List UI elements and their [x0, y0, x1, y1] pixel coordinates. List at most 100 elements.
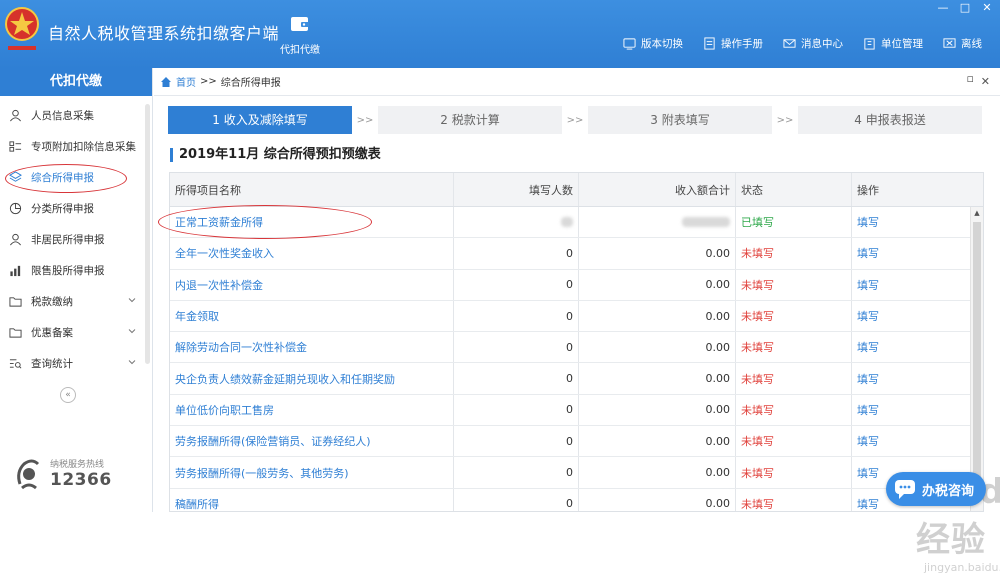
scroll-up-icon[interactable]: ▲	[971, 207, 983, 220]
status-badge: 未填写	[736, 426, 852, 457]
maximize-button[interactable]: □	[958, 1, 972, 14]
restore-tab-button[interactable]: ▫	[967, 72, 974, 85]
table-row: 央企负责人绩效薪金延期兑现收入和任期奖励 0 0.00 未填写 填写	[170, 363, 983, 395]
list-icon	[9, 141, 22, 152]
sidebar-title: 代扣代缴	[0, 68, 152, 96]
income-item-link[interactable]: 全年一次性奖金收入	[170, 238, 454, 269]
status-badge: 未填写	[736, 394, 852, 426]
sidebar-item-preferential-filing[interactable]: 优惠备案	[0, 317, 152, 348]
main-content: 首页 >> 综合所得申报 ▫ ✕ 1 收入及减除填写 >> 2 税款计算 >> …	[154, 68, 1000, 574]
title-bar: 自然人税收管理系统扣缴客户端 代扣代缴 — □ ✕ 版本切换 操作手册 消息中心…	[0, 0, 1000, 68]
sidebar-item-tax-payment[interactable]: 税款缴纳	[0, 286, 152, 317]
minimize-button[interactable]: —	[936, 1, 950, 14]
income-item-link[interactable]: 正常工资薪金所得	[170, 207, 454, 238]
manual-icon	[704, 37, 715, 50]
income-item-link[interactable]: 央企负责人绩效薪金延期兑现收入和任期奖励	[170, 363, 454, 394]
chevron-down-icon	[128, 360, 136, 365]
sidebar-item-person-info[interactable]: 人员信息采集	[0, 100, 152, 131]
hotline: 纳税服务热线 12366	[14, 454, 112, 492]
close-tab-button[interactable]: ✕	[981, 75, 990, 88]
scrollbar-thumb[interactable]	[973, 222, 981, 482]
sidebar-item-restricted-stock[interactable]: 限售股所得申报	[0, 255, 152, 286]
income-cell: 0.00	[579, 332, 736, 363]
pie-icon	[9, 202, 22, 215]
income-item-link[interactable]: 年金领取	[170, 300, 454, 332]
income-cell: 0.00	[579, 300, 736, 332]
bar-chart-icon	[10, 265, 21, 277]
chat-bubble-icon	[894, 480, 915, 499]
table-row: 劳务报酬所得(保险营销员、证券经纪人) 0 0.00 未填写 填写	[170, 426, 983, 458]
step-arrow: >>	[566, 114, 584, 126]
count-cell: 0	[454, 363, 579, 394]
col-count: 填写人数	[454, 173, 579, 206]
app-title: 自然人税收管理系统扣缴客户端	[48, 24, 280, 43]
message-center-link[interactable]: 消息中心	[783, 36, 843, 51]
breadcrumb-current: 综合所得申报	[220, 78, 281, 89]
chevron-down-icon	[128, 298, 136, 303]
status-badge: 未填写	[736, 488, 852, 511]
table-scrollbar[interactable]: ▲	[970, 207, 983, 511]
redacted-value	[682, 217, 730, 228]
income-item-link[interactable]: 稿酬所得	[170, 488, 454, 511]
fill-link[interactable]: 填写	[852, 363, 968, 393]
income-item-link[interactable]: 劳务报酬所得(保险营销员、证券经纪人)	[170, 426, 454, 457]
module-withholding[interactable]: 代扣代缴	[276, 14, 324, 56]
fill-link[interactable]: 填写	[852, 238, 968, 268]
table-row: 全年一次性奖金收入 0 0.00 未填写 填写	[170, 238, 983, 270]
income-cell: 0.00	[579, 394, 736, 426]
breadcrumb-home[interactable]: 首页	[176, 74, 196, 89]
table-row: 内退一次性补偿金 0 0.00 未填写 填写	[170, 269, 983, 301]
step-income-entry[interactable]: 1 收入及减除填写	[168, 106, 352, 134]
sidebar-item-special-deduction[interactable]: 专项附加扣除信息采集	[0, 131, 152, 162]
step-schedule-entry[interactable]: 3 附表填写	[588, 106, 772, 134]
table-row: 解除劳动合同一次性补偿金 0 0.00 未填写 填写	[170, 332, 983, 364]
step-bar: 1 收入及减除填写 >> 2 税款计算 >> 3 附表填写 >> 4 申报表报送	[168, 106, 982, 134]
status-badge: 未填写	[736, 363, 852, 394]
version-switch-link[interactable]: 版本切换	[623, 36, 683, 51]
income-item-link[interactable]: 劳务报酬所得(一般劳务、其他劳务)	[170, 457, 454, 488]
count-cell: 0	[454, 426, 579, 457]
step-arrow: >>	[356, 114, 374, 126]
income-cell: 0.00	[579, 269, 736, 300]
table-header: 所得项目名称 填写人数 收入额合计 状态 操作	[170, 173, 983, 207]
offline-link[interactable]: 离线	[943, 36, 982, 51]
sidebar-scrollbar[interactable]	[145, 104, 150, 364]
fill-link[interactable]: 填写	[852, 301, 968, 331]
sidebar-item-comprehensive-income[interactable]: 综合所得申报	[0, 162, 152, 193]
step-report-submit[interactable]: 4 申报表报送	[798, 106, 982, 134]
headset-icon	[17, 459, 40, 490]
sidebar-item-nonresident-income[interactable]: 非居民所得申报	[0, 224, 152, 255]
wallet-icon	[291, 17, 309, 31]
income-item-link[interactable]: 内退一次性补偿金	[170, 269, 454, 300]
count-cell: 0	[454, 300, 579, 332]
table-row: 劳务报酬所得(一般劳务、其他劳务) 0 0.00 未填写 填写	[170, 457, 983, 489]
step-tax-calculation[interactable]: 2 税款计算	[378, 106, 562, 134]
status-badge: 已填写	[736, 207, 852, 238]
tax-consult-button[interactable]: 办税咨询	[885, 472, 986, 506]
status-badge: 未填写	[736, 457, 852, 488]
income-item-link[interactable]: 解除劳动合同一次性补偿金	[170, 332, 454, 363]
income-item-link[interactable]: 单位低价向职工售房	[170, 394, 454, 426]
message-icon	[783, 39, 796, 48]
layers-icon	[9, 171, 22, 182]
chevron-down-icon	[128, 329, 136, 334]
tax-consult-label: 办税咨询	[921, 483, 974, 499]
collapse-sidebar-button[interactable]: «	[60, 387, 76, 403]
hotline-number: 12366	[50, 469, 112, 490]
fill-link[interactable]: 填写	[852, 332, 968, 362]
fill-link[interactable]: 填写	[852, 270, 968, 300]
fill-link[interactable]: 填写	[852, 426, 968, 456]
top-links: 版本切换 操作手册 消息中心 单位管理 离线	[603, 36, 982, 51]
offline-icon	[943, 38, 956, 48]
fill-link[interactable]: 填写	[852, 395, 968, 425]
fill-link[interactable]: 填写	[852, 207, 968, 237]
redacted-value	[561, 217, 573, 228]
sidebar-item-classified-income[interactable]: 分类所得申报	[0, 193, 152, 224]
manual-link[interactable]: 操作手册	[703, 36, 763, 51]
table-row: 单位低价向职工售房 0 0.00 未填写 填写	[170, 394, 983, 427]
company-icon	[864, 38, 875, 50]
company-management-link[interactable]: 单位管理	[863, 36, 923, 51]
close-window-button[interactable]: ✕	[980, 1, 994, 14]
count-cell: 0	[454, 238, 579, 269]
sidebar-item-query-statistics[interactable]: 查询统计	[0, 348, 152, 379]
